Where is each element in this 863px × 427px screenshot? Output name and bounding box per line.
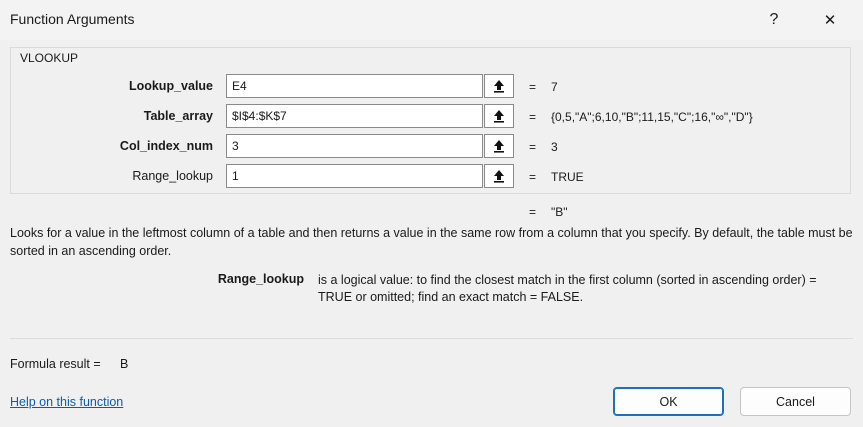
function-result-preview: "B" [551,205,568,219]
table-array-label: Table_array [143,109,213,123]
lookup-value-result: 7 [551,80,558,94]
table-array-input[interactable] [226,104,483,128]
range-lookup-input[interactable] [226,164,483,188]
equals-sign: = [529,140,537,154]
collapse-dialog-button-table-array[interactable] [484,104,514,128]
equals-sign: = [529,170,537,184]
title-bar: Function Arguments ? ✕ [0,0,863,40]
formula-result-label: Formula result = [10,357,101,371]
dialog-title: Function Arguments [10,11,135,27]
close-icon[interactable]: ✕ [814,6,846,34]
collapse-dialog-button-range-lookup[interactable] [484,164,514,188]
formula-result-value: B [120,357,129,371]
cancel-button[interactable]: Cancel [740,387,851,416]
equals-sign: = [529,80,537,94]
collapse-dialog-button-col-index-num[interactable] [484,134,514,158]
collapse-dialog-icon [494,110,504,123]
collapse-dialog-icon [494,170,504,183]
help-on-this-function-link[interactable]: Help on this function [10,395,123,409]
current-argument-name: Range_lookup [217,272,304,286]
lookup-value-input[interactable] [226,74,483,98]
range-lookup-label: Range_lookup [132,169,213,183]
current-argument-description: is a logical value: to find the closest … [318,273,817,304]
collapse-dialog-button-lookup-value[interactable] [484,74,514,98]
col-index-num-input[interactable] [226,134,483,158]
equals-sign: = [529,205,537,219]
function-name: VLOOKUP [20,51,79,65]
table-array-result: {0,5,"A";6,10,"B";11,15,"C";16,"∞","D"} [551,110,753,124]
ok-button[interactable]: OK [613,387,724,416]
collapse-dialog-icon [494,140,504,153]
help-icon[interactable]: ? [758,6,790,34]
function-description: Looks for a value in the leftmost column… [10,226,853,258]
equals-sign: = [529,110,537,124]
lookup-value-label: Lookup_value [128,79,213,93]
col-index-num-label: Col_index_num [119,139,213,153]
range-lookup-result: TRUE [551,170,584,184]
collapse-dialog-icon [494,80,504,93]
divider [10,338,853,339]
col-index-num-result: 3 [551,140,558,154]
